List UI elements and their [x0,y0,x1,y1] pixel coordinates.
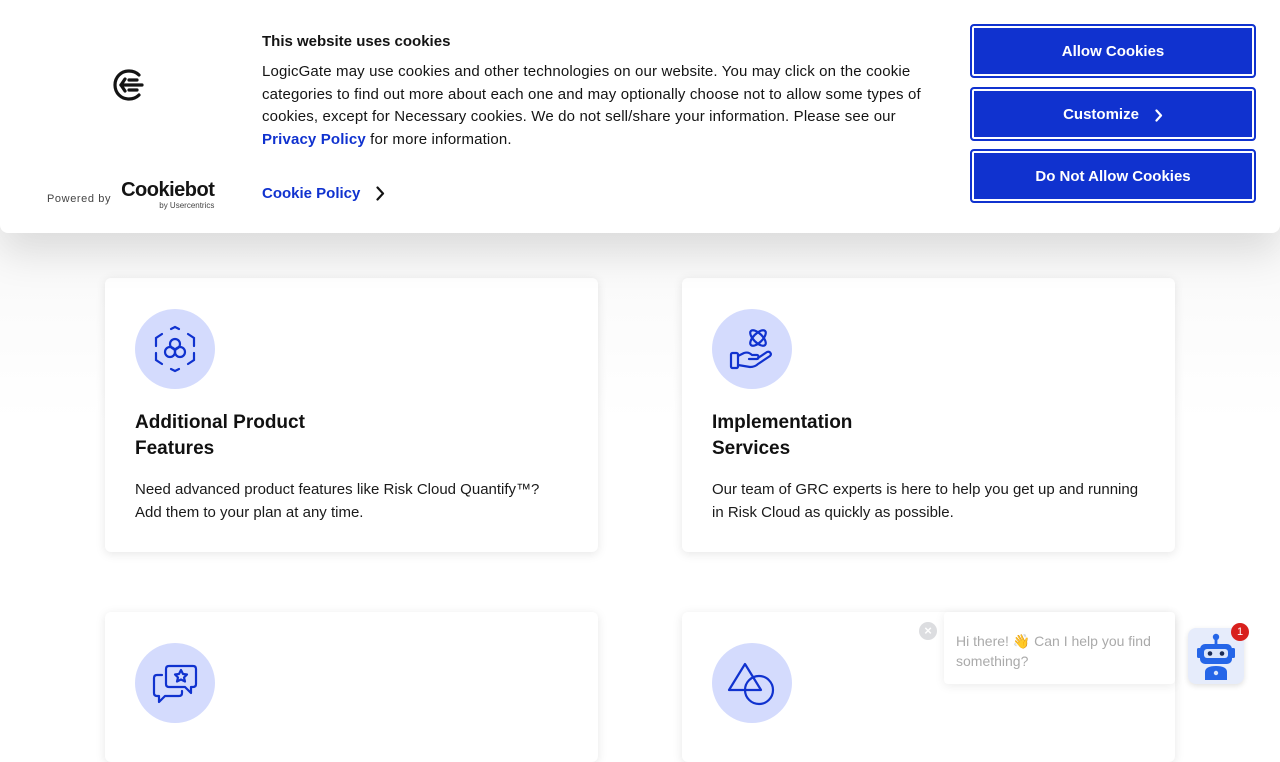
customize-button[interactable]: Customize [970,87,1256,141]
hexagon-cluster-icon [135,309,215,389]
cookie-consent-banner: Powered by Cookiebot by Usercentrics Thi… [0,0,1280,233]
banner-text-suffix: for more information. [365,131,512,149]
card-title: Implementation Services [712,412,853,459]
shapes-icon [712,643,792,723]
card-implementation-services: Implementation Services Our team of GRC … [682,278,1175,552]
card-description: Need advanced product features like Risk… [135,481,540,521]
do-not-allow-cookies-button[interactable]: Do Not Allow Cookies [970,149,1256,203]
do-not-allow-cookies-label: Do Not Allow Cookies [1035,167,1191,185]
card-title: Additional Product Features [135,412,305,459]
cookie-policy-link[interactable]: Cookie Policy [262,185,385,202]
cookiebot-subtitle: by Usercentrics [159,201,215,210]
powered-by-cookiebot[interactable]: Powered by Cookiebot by Usercentrics [47,179,215,210]
card-description: Our team of GRC experts is here to help … [712,481,1139,521]
cookiebot-wordmark: Cookiebot [121,179,215,201]
banner-text-prefix: LogicGate may use cookies and other tech… [262,63,921,126]
chevron-right-icon [376,186,385,201]
logicgate-logo-icon [112,68,146,102]
allow-cookies-label: Allow Cookies [1061,42,1165,60]
privacy-policy-link[interactable]: Privacy Policy [262,131,366,148]
banner-title: This website uses cookies [262,33,451,50]
hand-atom-icon [712,309,792,389]
card-3 [105,612,598,762]
card-additional-product-features: Additional Product Features Need advance… [105,278,598,552]
chat-star-icon [135,643,215,723]
robot-icon [1197,633,1235,680]
cookie-policy-label: Cookie Policy [262,185,361,202]
banner-description: LogicGate may use cookies and other tech… [262,61,952,152]
cookiebot-logo: Cookiebot by Usercentrics [121,179,215,210]
notification-badge: 1 [1231,623,1249,641]
chat-close-icon[interactable]: × [919,622,937,640]
customize-label: Customize [1063,105,1139,123]
chat-greeting-text: Hi there! 👋 Can I help you find somethin… [956,633,1151,669]
chat-greeting-bubble[interactable]: Hi there! 👋 Can I help you find somethin… [944,612,1175,684]
allow-cookies-button[interactable]: Allow Cookies [970,24,1256,78]
chevron-right-icon [1155,108,1163,122]
powered-by-text: Powered by [47,193,112,205]
